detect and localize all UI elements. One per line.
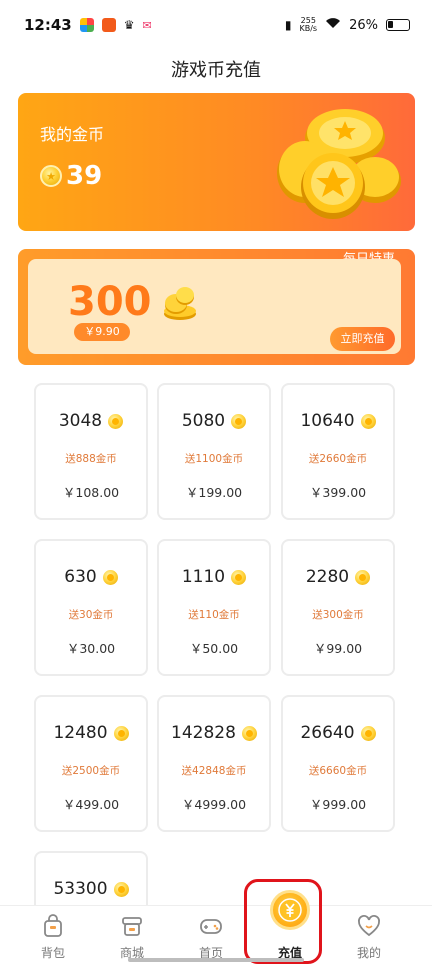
package-bonus: 送1100金币 bbox=[184, 453, 244, 465]
package-amount-row: 630 bbox=[36, 567, 146, 587]
package-bonus: 送888金币 bbox=[65, 453, 117, 465]
package-card[interactable]: 3048 送888金币 ￥108.00 bbox=[34, 383, 148, 520]
package-price: ￥50.00 bbox=[189, 641, 239, 656]
package-price: ￥499.00 bbox=[62, 797, 120, 812]
nav-item-home[interactable]: 首页 bbox=[168, 906, 254, 964]
package-amount-row: 3048 bbox=[36, 411, 146, 431]
package-card[interactable]: 26640 送6660金币 ￥999.00 bbox=[281, 695, 395, 832]
coin-stack-icon bbox=[277, 109, 401, 219]
shop-icon bbox=[122, 917, 142, 936]
package-price: ￥30.00 bbox=[66, 641, 116, 656]
status-right: ▮ 255 KB/s 26% bbox=[285, 17, 410, 33]
balance-label: 我的金币 bbox=[40, 125, 105, 144]
package-amount-row: 1110 bbox=[159, 567, 269, 587]
package-bonus: 送2660金币 bbox=[308, 453, 368, 465]
package-amount: 2280 bbox=[305, 567, 350, 587]
battery-percent: 26% bbox=[349, 17, 378, 33]
coin-icon: ★ bbox=[40, 165, 62, 187]
package-amount: 142828 bbox=[171, 723, 236, 743]
package-bonus: 送110金币 bbox=[188, 609, 240, 621]
package-price: ￥399.00 bbox=[309, 485, 367, 500]
balance-card: 我的金币 ★ 39 bbox=[18, 93, 415, 231]
package-price: ￥99.00 bbox=[313, 641, 363, 656]
package-amount: 53300 bbox=[53, 879, 108, 899]
package-amount: 26640 bbox=[300, 723, 355, 743]
home-indicator bbox=[128, 958, 304, 962]
nav-label: 我的 bbox=[356, 946, 381, 960]
nav-label: 背包 bbox=[40, 946, 65, 960]
package-amount-row: 10640 bbox=[283, 411, 393, 431]
coin-icon bbox=[360, 725, 376, 741]
package-bonus: 送30金币 bbox=[68, 609, 114, 621]
balance-row: ★ 39 bbox=[40, 161, 102, 191]
package-price: ￥108.00 bbox=[62, 485, 120, 500]
coin-icon bbox=[113, 725, 129, 741]
daily-deal-amount: 300 bbox=[68, 279, 152, 325]
package-card[interactable]: 142828 送42848金币 ￥4999.00 bbox=[157, 695, 271, 832]
package-amount: 5080 bbox=[181, 411, 226, 431]
coin-icon bbox=[102, 569, 118, 585]
recharge-now-button[interactable]: 立即充值 bbox=[330, 327, 395, 351]
coin-icon bbox=[231, 569, 247, 585]
coin-icon bbox=[231, 413, 247, 429]
balance-value: 39 bbox=[66, 161, 103, 191]
nav-item-mine[interactable]: 我的 bbox=[326, 906, 412, 964]
app-notification-icon bbox=[79, 18, 94, 32]
package-amount: 630 bbox=[64, 567, 97, 587]
package-bonus: 送2500金币 bbox=[61, 765, 121, 777]
package-amount: 12480 bbox=[53, 723, 108, 743]
highlight-annotation bbox=[244, 879, 322, 964]
app-notification-icon bbox=[101, 18, 116, 32]
vibrate-icon: ▮ bbox=[284, 18, 292, 32]
package-bonus: 送42848金币 bbox=[181, 765, 247, 777]
status-time: 12:43 bbox=[24, 16, 72, 34]
package-amount-row: 142828 bbox=[159, 723, 269, 743]
status-left: 12:43 ♛ ✉ bbox=[24, 16, 152, 34]
coin-icon bbox=[113, 881, 129, 897]
status-bar: 12:43 ♛ ✉ ▮ 255 KB/s 26% bbox=[0, 0, 432, 50]
coin-pile-icon bbox=[164, 287, 196, 320]
package-price: ￥199.00 bbox=[185, 485, 243, 500]
package-card[interactable]: 630 送30金币 ￥30.00 bbox=[34, 539, 148, 676]
network-speed: 255 KB/s bbox=[299, 17, 317, 33]
daily-deal-price: ￥9.90 bbox=[74, 323, 130, 341]
package-amount: 1110 bbox=[181, 567, 226, 587]
bag-icon bbox=[44, 914, 62, 937]
page-title: 游戏币充值 bbox=[171, 60, 261, 81]
package-amount-row: 12480 bbox=[36, 723, 146, 743]
package-card[interactable]: 10640 送2660金币 ￥399.00 bbox=[281, 383, 395, 520]
crown-icon: ♛ bbox=[123, 18, 135, 32]
package-amount-row: 2280 bbox=[283, 567, 393, 587]
coin-icon bbox=[108, 413, 124, 429]
daily-deal-card[interactable]: 每日特惠 300 ￥9.90 立即充值 bbox=[18, 249, 415, 365]
package-amount: 3048 bbox=[58, 411, 103, 431]
coin-icon bbox=[360, 413, 376, 429]
daily-deal-panel: 300 ￥9.90 立即充值 bbox=[28, 259, 401, 354]
nav-item-shop[interactable]: 商城 bbox=[89, 906, 175, 964]
battery-icon bbox=[386, 19, 410, 31]
package-amount-row: 26640 bbox=[283, 723, 393, 743]
package-price: ￥999.00 bbox=[309, 797, 367, 812]
package-price: ￥4999.00 bbox=[181, 797, 247, 812]
package-card[interactable]: 12480 送2500金币 ￥499.00 bbox=[34, 695, 148, 832]
package-card[interactable]: 5080 送1100金币 ￥199.00 bbox=[157, 383, 271, 520]
coin-icon bbox=[355, 569, 371, 585]
package-amount-row: 53300 bbox=[36, 879, 146, 899]
bottom-nav: 背包 商城 首页 充值 我的 bbox=[0, 905, 432, 964]
package-card[interactable]: 1110 送110金币 ￥50.00 bbox=[157, 539, 271, 676]
package-amount: 10640 bbox=[300, 411, 355, 431]
net-speed-unit: KB/s bbox=[299, 24, 318, 33]
nav-item-bag[interactable]: 背包 bbox=[10, 906, 96, 964]
package-amount-row: 5080 bbox=[159, 411, 269, 431]
package-card[interactable]: 2280 送300金币 ￥99.00 bbox=[281, 539, 395, 676]
package-bonus: 送300金币 bbox=[312, 609, 364, 621]
app-notification-icon: ✉ bbox=[142, 18, 152, 32]
package-bonus: 送6660金币 bbox=[308, 765, 368, 777]
wifi-icon bbox=[325, 17, 341, 33]
coin-icon bbox=[241, 725, 257, 741]
gamepad-icon bbox=[200, 919, 222, 934]
heart-face-icon bbox=[358, 915, 380, 937]
